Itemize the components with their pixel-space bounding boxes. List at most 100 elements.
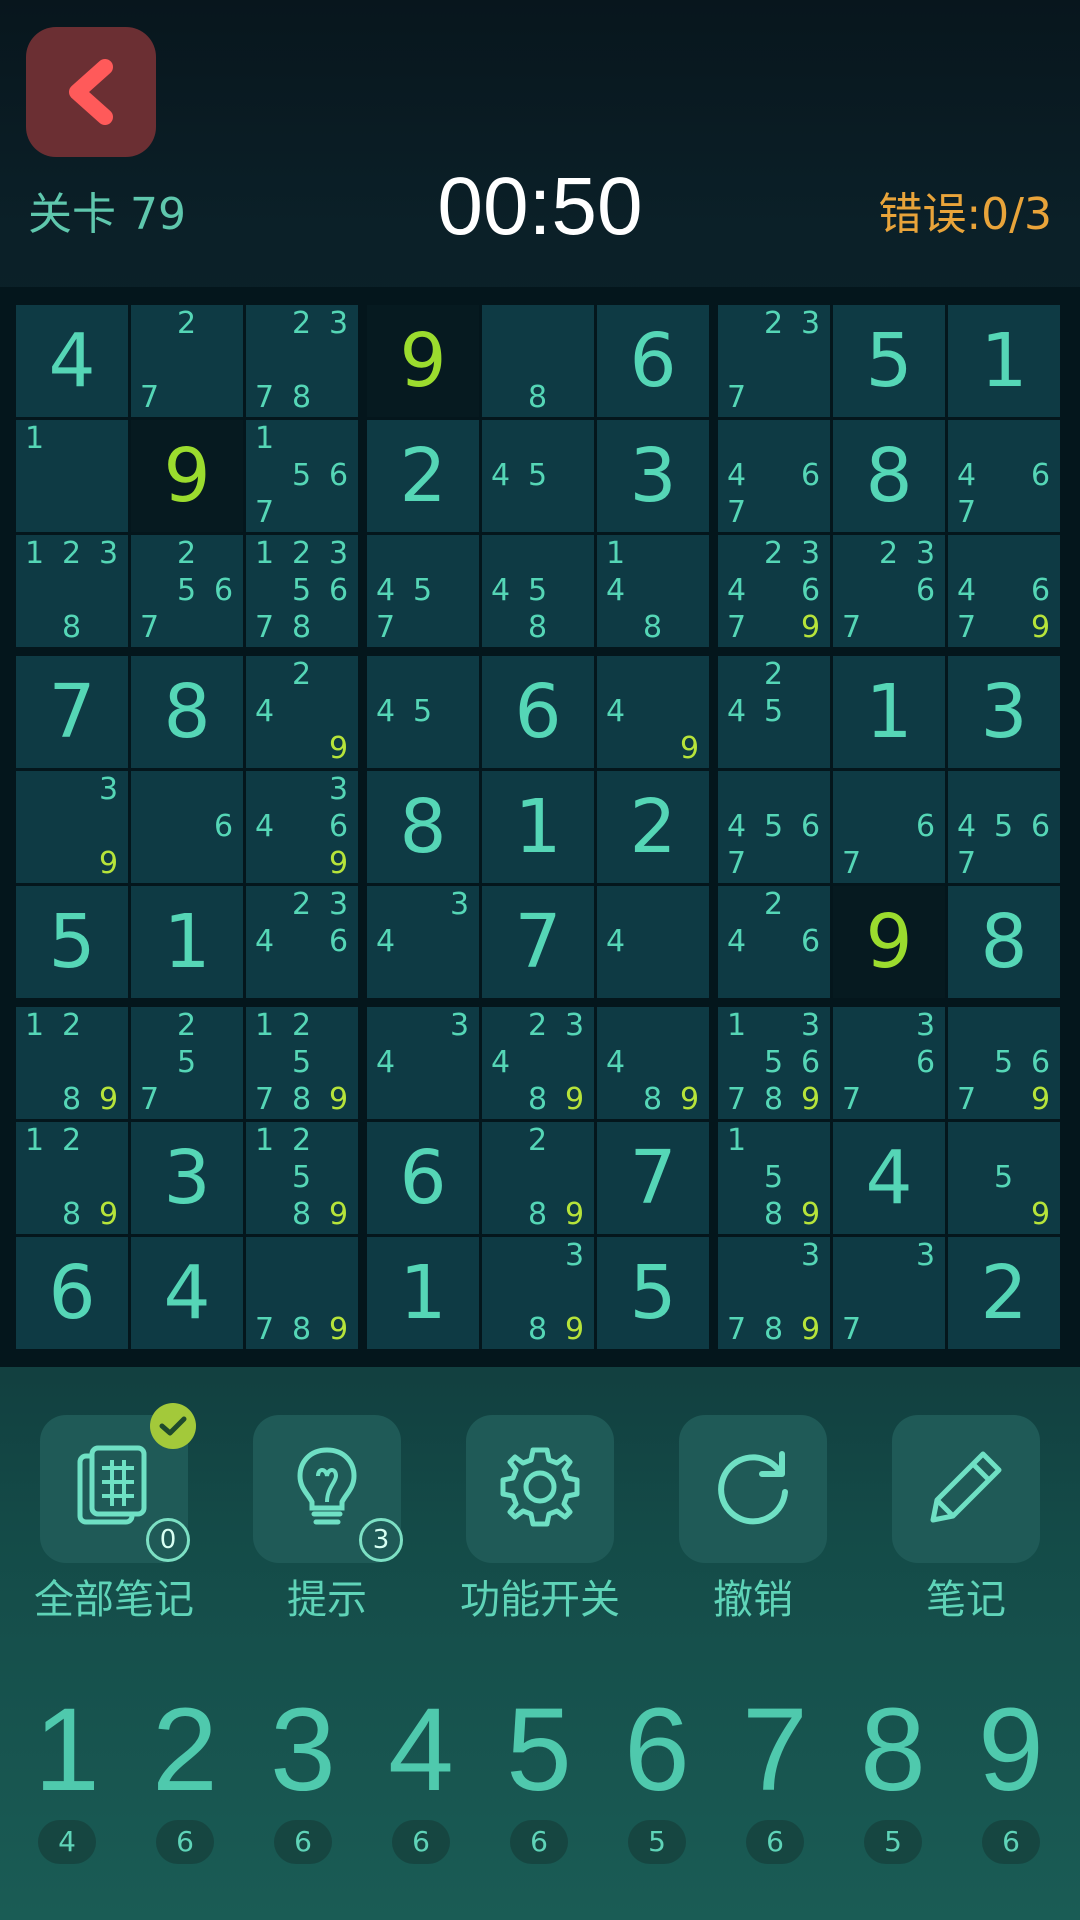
cell-r2c3[interactable]: 1567 [246,420,358,532]
cell-r2c2[interactable]: 9 [131,420,243,532]
cell-r9c6[interactable]: 5 [597,1237,709,1349]
cell-r6c4[interactable]: 34 [367,886,479,998]
cell-r5c6[interactable]: 2 [597,771,709,883]
cell-r2c1[interactable]: 1 [16,420,128,532]
cell-r6c6[interactable]: 4 [597,886,709,998]
cell-r3c4[interactable]: 457 [367,535,479,647]
cell-r3c2[interactable]: 256 7 [131,535,243,647]
cell-r4c9[interactable]: 3 [948,656,1060,768]
cell-r9c8[interactable]: 37 [833,1237,945,1349]
cell-r9c7[interactable]: 3 789 [718,1237,830,1349]
cell-r7c4[interactable]: 34 [367,1007,479,1119]
cell-r7c8[interactable]: 36 7 [833,1007,945,1119]
cell-r4c5[interactable]: 6 [482,656,594,768]
cell-r5c4[interactable]: 8 [367,771,479,883]
tool-pencil[interactable]: 笔记 [892,1415,1040,1625]
cell-r9c2[interactable]: 4 [131,1237,243,1349]
number-key-8[interactable]: 85 [834,1690,952,1864]
cell-r4c8[interactable]: 1 [833,656,945,768]
tool-lightbulb[interactable]: 3 提示 [253,1415,403,1625]
back-button[interactable] [26,27,156,157]
cell-r8c6[interactable]: 7 [597,1122,709,1234]
cell-r8c8[interactable]: 4 [833,1122,945,1234]
cell-r1c2[interactable]: 27 [131,305,243,417]
cell-r7c6[interactable]: 489 [597,1007,709,1119]
cell-r4c6[interactable]: 49 [597,656,709,768]
cell-r1c9[interactable]: 1 [948,305,1060,417]
cell-r5c5[interactable]: 1 [482,771,594,883]
cell-note: 8 [291,1082,312,1117]
cell-r2c9[interactable]: 4 6 7 [948,420,1060,532]
cell-r7c7[interactable]: 1 356 789 [718,1007,830,1119]
cell-r7c3[interactable]: 125789 [246,1007,358,1119]
cell-r8c2[interactable]: 3 [131,1122,243,1234]
cell-r6c8[interactable]: 9 [833,886,945,998]
number-key-6[interactable]: 65 [598,1690,716,1864]
cell-r3c9[interactable]: 4 6 7 9 [948,535,1060,647]
cell-r2c5[interactable]: 45 [482,420,594,532]
cell-r3c8[interactable]: 236 7 [833,535,945,647]
cell-r1c6[interactable]: 6 [597,305,709,417]
cell-r9c9[interactable]: 2 [948,1237,1060,1349]
cell-r9c5[interactable]: 3 89 [482,1237,594,1349]
cell-r1c3[interactable]: 23 78 [246,305,358,417]
cell-r6c1[interactable]: 5 [16,886,128,998]
cell-r3c5[interactable]: 458 [482,535,594,647]
cell-r5c8[interactable]: 67 [833,771,945,883]
cell-r5c1[interactable]: 39 [16,771,128,883]
number-key-3[interactable]: 36 [244,1690,362,1864]
cell-r4c1[interactable]: 7 [16,656,128,768]
cell-r7c1[interactable]: 12 89 [16,1007,128,1119]
cell-r6c7[interactable]: 24 6 [718,886,830,998]
tool-undo[interactable]: 撤销 [679,1415,827,1625]
number-key-7[interactable]: 76 [716,1690,834,1864]
cell-r3c6[interactable]: 148 [597,535,709,647]
cell-r5c2[interactable]: 6 [131,771,243,883]
tool-button[interactable] [892,1415,1040,1563]
cell-r1c4[interactable]: 9 [367,305,479,417]
cell-r9c4[interactable]: 1 [367,1237,479,1349]
cell-r1c8[interactable]: 5 [833,305,945,417]
cell-r1c1[interactable]: 4 [16,305,128,417]
cell-r2c6[interactable]: 3 [597,420,709,532]
cell-r8c9[interactable]: 59 [948,1122,1060,1234]
cell-r2c4[interactable]: 2 [367,420,479,532]
cell-r8c1[interactable]: 12 89 [16,1122,128,1234]
cell-r4c7[interactable]: 245 [718,656,830,768]
number-key-1[interactable]: 14 [8,1690,126,1864]
cell-r6c5[interactable]: 7 [482,886,594,998]
tool-gear[interactable]: 功能开关 [460,1415,620,1625]
number-key-2[interactable]: 26 [126,1690,244,1864]
cell-r1c7[interactable]: 23 7 [718,305,830,417]
cell-r9c1[interactable]: 6 [16,1237,128,1349]
cell-r7c2[interactable]: 257 [131,1007,243,1119]
cell-r7c9[interactable]: 56 7 9 [948,1007,1060,1119]
cell-r8c4[interactable]: 6 [367,1122,479,1234]
cell-r5c9[interactable]: 456 7 [948,771,1060,883]
cell-r5c7[interactable]: 456 7 [718,771,830,883]
cell-r3c1[interactable]: 123 8 [16,535,128,647]
number-key-9[interactable]: 96 [952,1690,1070,1864]
cell-r3c7[interactable]: 23 4 6 7 9 [718,535,830,647]
number-key-4[interactable]: 46 [362,1690,480,1864]
cell-r4c4[interactable]: 45 [367,656,479,768]
tool-button[interactable] [679,1415,827,1563]
cell-r1c5[interactable]: 8 [482,305,594,417]
cell-r6c9[interactable]: 8 [948,886,1060,998]
tool-all-notes[interactable]: 0 全部笔记 [34,1403,196,1625]
cell-r8c5[interactable]: 2 89 [482,1122,594,1234]
cell-r2c7[interactable]: 4 6 7 [718,420,830,532]
cell-r4c3[interactable]: 24 9 [246,656,358,768]
cell-r3c3[interactable]: 12356 78 [246,535,358,647]
cell-r6c3[interactable]: 23 4 6 [246,886,358,998]
cell-r7c5[interactable]: 23 489 [482,1007,594,1119]
cell-r8c7[interactable]: 1589 [718,1122,830,1234]
cell-r5c3[interactable]: 3 4 69 [246,771,358,883]
tool-button[interactable] [466,1415,614,1563]
number-key-5[interactable]: 56 [480,1690,598,1864]
cell-r4c2[interactable]: 8 [131,656,243,768]
cell-r8c3[interactable]: 12589 [246,1122,358,1234]
cell-r2c8[interactable]: 8 [833,420,945,532]
cell-r6c2[interactable]: 1 [131,886,243,998]
cell-r9c3[interactable]: 789 [246,1237,358,1349]
